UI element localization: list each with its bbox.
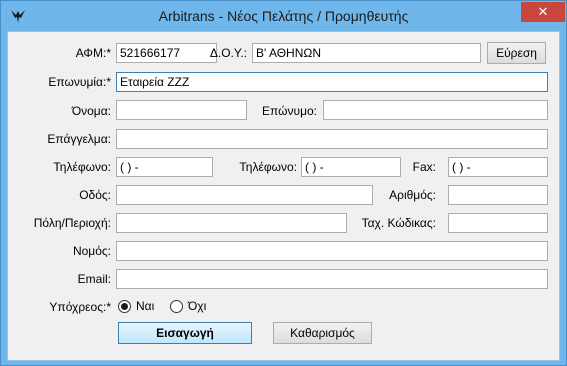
obliged-yes-radio[interactable]: [118, 300, 131, 313]
clear-button[interactable]: Καθαρισμός: [273, 322, 372, 344]
obliged-label: Υπόχρεος:*: [49, 300, 111, 314]
doy-field[interactable]: Β' ΑΘΗΝΩΝ: [252, 43, 481, 63]
search-button[interactable]: Εύρεση: [487, 42, 546, 64]
postal-field[interactable]: [448, 213, 548, 233]
fax-field[interactable]: ( ) -: [448, 157, 548, 177]
phone1-label: Τηλέφωνο:: [53, 160, 111, 174]
first-name-field[interactable]: [116, 100, 247, 120]
city-label: Πόλη/Περιοχή:: [33, 216, 111, 230]
prefecture-field[interactable]: [116, 241, 548, 261]
company-field[interactable]: Εταιρεία ZZZ: [116, 72, 548, 92]
fax-label: Fax:: [412, 160, 436, 174]
street-field[interactable]: [116, 185, 373, 205]
obliged-yes-label[interactable]: Ναι: [136, 299, 154, 313]
postal-label: Ταχ. Κώδικας:: [361, 216, 436, 230]
window-title: Arbitrans - Νέος Πελάτης / Προμηθευτής: [158, 8, 409, 24]
prefecture-label: Νομός:: [72, 244, 111, 258]
email-field[interactable]: [116, 269, 548, 289]
last-name-label: Επώνυμο:: [262, 104, 317, 118]
phone1-field[interactable]: ( ) -: [116, 157, 213, 177]
company-label: Επωνυμία:*: [48, 75, 111, 89]
obliged-no-label[interactable]: Όχι: [188, 299, 206, 313]
close-button[interactable]: ✕: [521, 2, 565, 22]
title-bar[interactable]: Arbitrans - Νέος Πελάτης / Προμηθευτής ✕: [1, 1, 566, 31]
street-label: Οδός:: [79, 188, 111, 202]
first-name-label: Όνομα:: [71, 104, 111, 118]
insert-button[interactable]: Εισαγωγή: [118, 322, 252, 344]
email-label: Email:: [77, 272, 111, 286]
doy-label: Δ.Ο.Υ.:: [209, 46, 247, 60]
afm-label: ΑΦΜ:*: [75, 46, 111, 60]
form-panel: ΑΦΜ:* 521666177 Δ.Ο.Υ.: Β' ΑΘΗΝΩΝ Εύρεση…: [7, 31, 560, 361]
number-label: Αριθμός:: [389, 188, 436, 202]
app-window: Arbitrans - Νέος Πελάτης / Προμηθευτής ✕…: [0, 0, 567, 366]
city-field[interactable]: [116, 213, 347, 233]
profession-field[interactable]: [116, 129, 548, 149]
profession-label: Επάγγελμα:: [47, 132, 111, 146]
phone2-label: Τηλέφωνο:: [239, 160, 297, 174]
number-field[interactable]: [448, 185, 548, 205]
last-name-field[interactable]: [323, 100, 548, 120]
obliged-no-radio[interactable]: [170, 300, 183, 313]
phone2-field[interactable]: ( ) -: [301, 157, 401, 177]
